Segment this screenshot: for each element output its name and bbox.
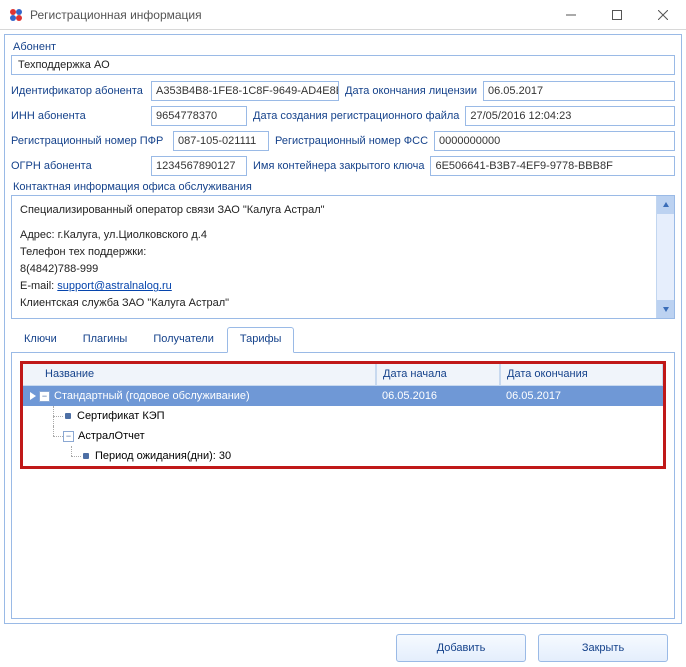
fss-field[interactable]: 0000000000 [434, 131, 675, 151]
subscriber-value: Техподдержка АО [11, 55, 675, 75]
inn-field[interactable]: 9654778370 [151, 106, 247, 126]
add-button[interactable]: Добавить [396, 634, 526, 662]
tab-tariffs[interactable]: Тарифы [227, 327, 295, 353]
id-field[interactable]: A353B4B8-1FE8-1C8F-9649-AD4E8B [151, 81, 339, 101]
pfr-field[interactable]: 087-105-021111 [173, 131, 269, 151]
tariff-row-astral[interactable]: − АстралОтчет [23, 426, 663, 446]
tab-plugins[interactable]: Плагины [70, 327, 141, 352]
ogrn-label: ОГРН абонента [11, 160, 145, 172]
container-label: Имя контейнера закрытого ключа [253, 160, 424, 172]
pfr-label: Регистрационный номер ПФР [11, 135, 167, 147]
tariff-row-standard[interactable]: − Стандартный (годовое обслуживание) 06.… [23, 386, 663, 406]
contact-email-link[interactable]: support@astralnalog.ru [57, 280, 172, 292]
row-label: АстралОтчет [78, 430, 145, 442]
contact-line-operator: Специализированный оператор связи ЗАО "К… [20, 202, 648, 219]
tab-bar: Ключи Плагины Получатели Тарифы [11, 327, 675, 353]
expand-toggle[interactable]: − [63, 431, 74, 442]
row-label: Сертификат КЭП [77, 410, 165, 422]
contact-label: Контактная информация офиса обслуживания [13, 181, 673, 193]
contact-scrollbar[interactable] [656, 196, 674, 318]
close-window-button[interactable] [640, 0, 686, 29]
fss-label: Регистрационный номер ФСС [275, 135, 428, 147]
contact-line-phone-label: Телефон тех поддержки: [20, 244, 648, 261]
contact-line-service: Клиентская служба ЗАО "Калуга Астрал" [20, 295, 648, 312]
tree-connector-icon [45, 406, 63, 426]
maximize-button[interactable] [594, 0, 640, 29]
close-button[interactable]: Закрыть [538, 634, 668, 662]
row-end: 06.05.2017 [500, 390, 663, 402]
subscriber-label: Абонент [13, 41, 673, 53]
ogrn-field[interactable]: 1234567890127 [151, 156, 247, 176]
container-field[interactable]: 6E506641-B3B7-4EF9-9778-BBB8F [430, 156, 675, 176]
contact-info-box: Специализированный оператор связи ЗАО "К… [11, 195, 675, 319]
tab-keys[interactable]: Ключи [11, 327, 70, 352]
contact-email-prefix: E-mail: [20, 280, 57, 292]
tab-recipients[interactable]: Получатели [140, 327, 227, 352]
current-row-caret-icon [27, 392, 39, 400]
row-label: Стандартный (годовое обслуживание) [54, 390, 250, 402]
window-title: Регистрационная информация [30, 8, 548, 22]
contact-line-phone: 8(4842)788-999 [20, 261, 648, 278]
tree-connector-icon [45, 426, 63, 446]
column-start[interactable]: Дата начала [376, 364, 500, 385]
row-label: Период ожидания(дни): 30 [95, 450, 231, 462]
tariffs-highlight-frame: Название Дата начала Дата окончания − Ст… [20, 361, 666, 469]
leaf-icon [65, 413, 71, 419]
column-end[interactable]: Дата окончания [500, 364, 663, 385]
scroll-down-icon[interactable] [657, 300, 674, 318]
tariff-row-period[interactable]: Период ожидания(дни): 30 [23, 446, 663, 466]
tariff-row-cert[interactable]: Сертификат КЭП [23, 406, 663, 426]
expand-toggle[interactable]: − [39, 391, 50, 402]
id-label: Идентификатор абонента [11, 85, 145, 97]
license-end-label: Дата окончания лицензии [345, 85, 477, 97]
column-name[interactable]: Название [23, 364, 376, 385]
tariffs-panel: Название Дата начала Дата окончания − Ст… [11, 353, 675, 619]
row-start: 06.05.2016 [376, 390, 500, 402]
regfile-field[interactable]: 27/05/2016 12:04:23 [465, 106, 675, 126]
tree-connector-icon [63, 446, 81, 466]
inn-label: ИНН абонента [11, 110, 145, 122]
contact-line-address: Адрес: г.Калуга, ул.Циолковского д.4 [20, 227, 648, 244]
scroll-up-icon[interactable] [657, 196, 674, 214]
license-end-field[interactable]: 06.05.2017 [483, 81, 675, 101]
minimize-button[interactable] [548, 0, 594, 29]
app-icon [8, 7, 24, 23]
grid-header: Название Дата начала Дата окончания [23, 364, 663, 386]
leaf-icon [83, 453, 89, 459]
regfile-label: Дата создания регистрационного файла [253, 110, 459, 122]
